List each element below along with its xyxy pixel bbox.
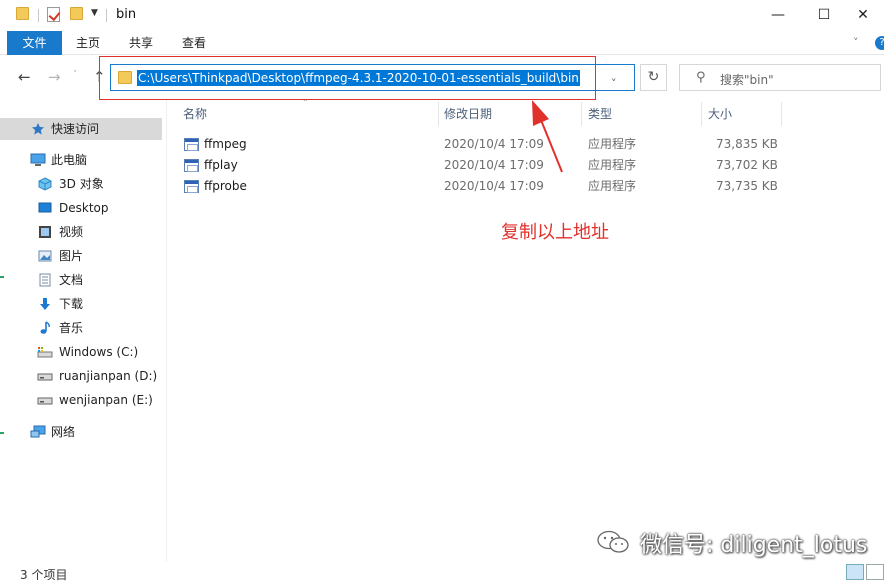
details-view-icon[interactable] <box>846 564 864 580</box>
watermark-text: 微信号: diligent_lotus <box>640 533 868 558</box>
wechat-logo-icon <box>597 530 629 553</box>
status-bar: 3 个项目 <box>0 562 884 582</box>
annotation-text: 复制以上地址 <box>501 222 609 243</box>
annotation-arrow-icon <box>532 100 563 173</box>
large-icons-view-icon[interactable] <box>866 564 884 580</box>
item-count: 3 个项目 <box>20 568 68 582</box>
